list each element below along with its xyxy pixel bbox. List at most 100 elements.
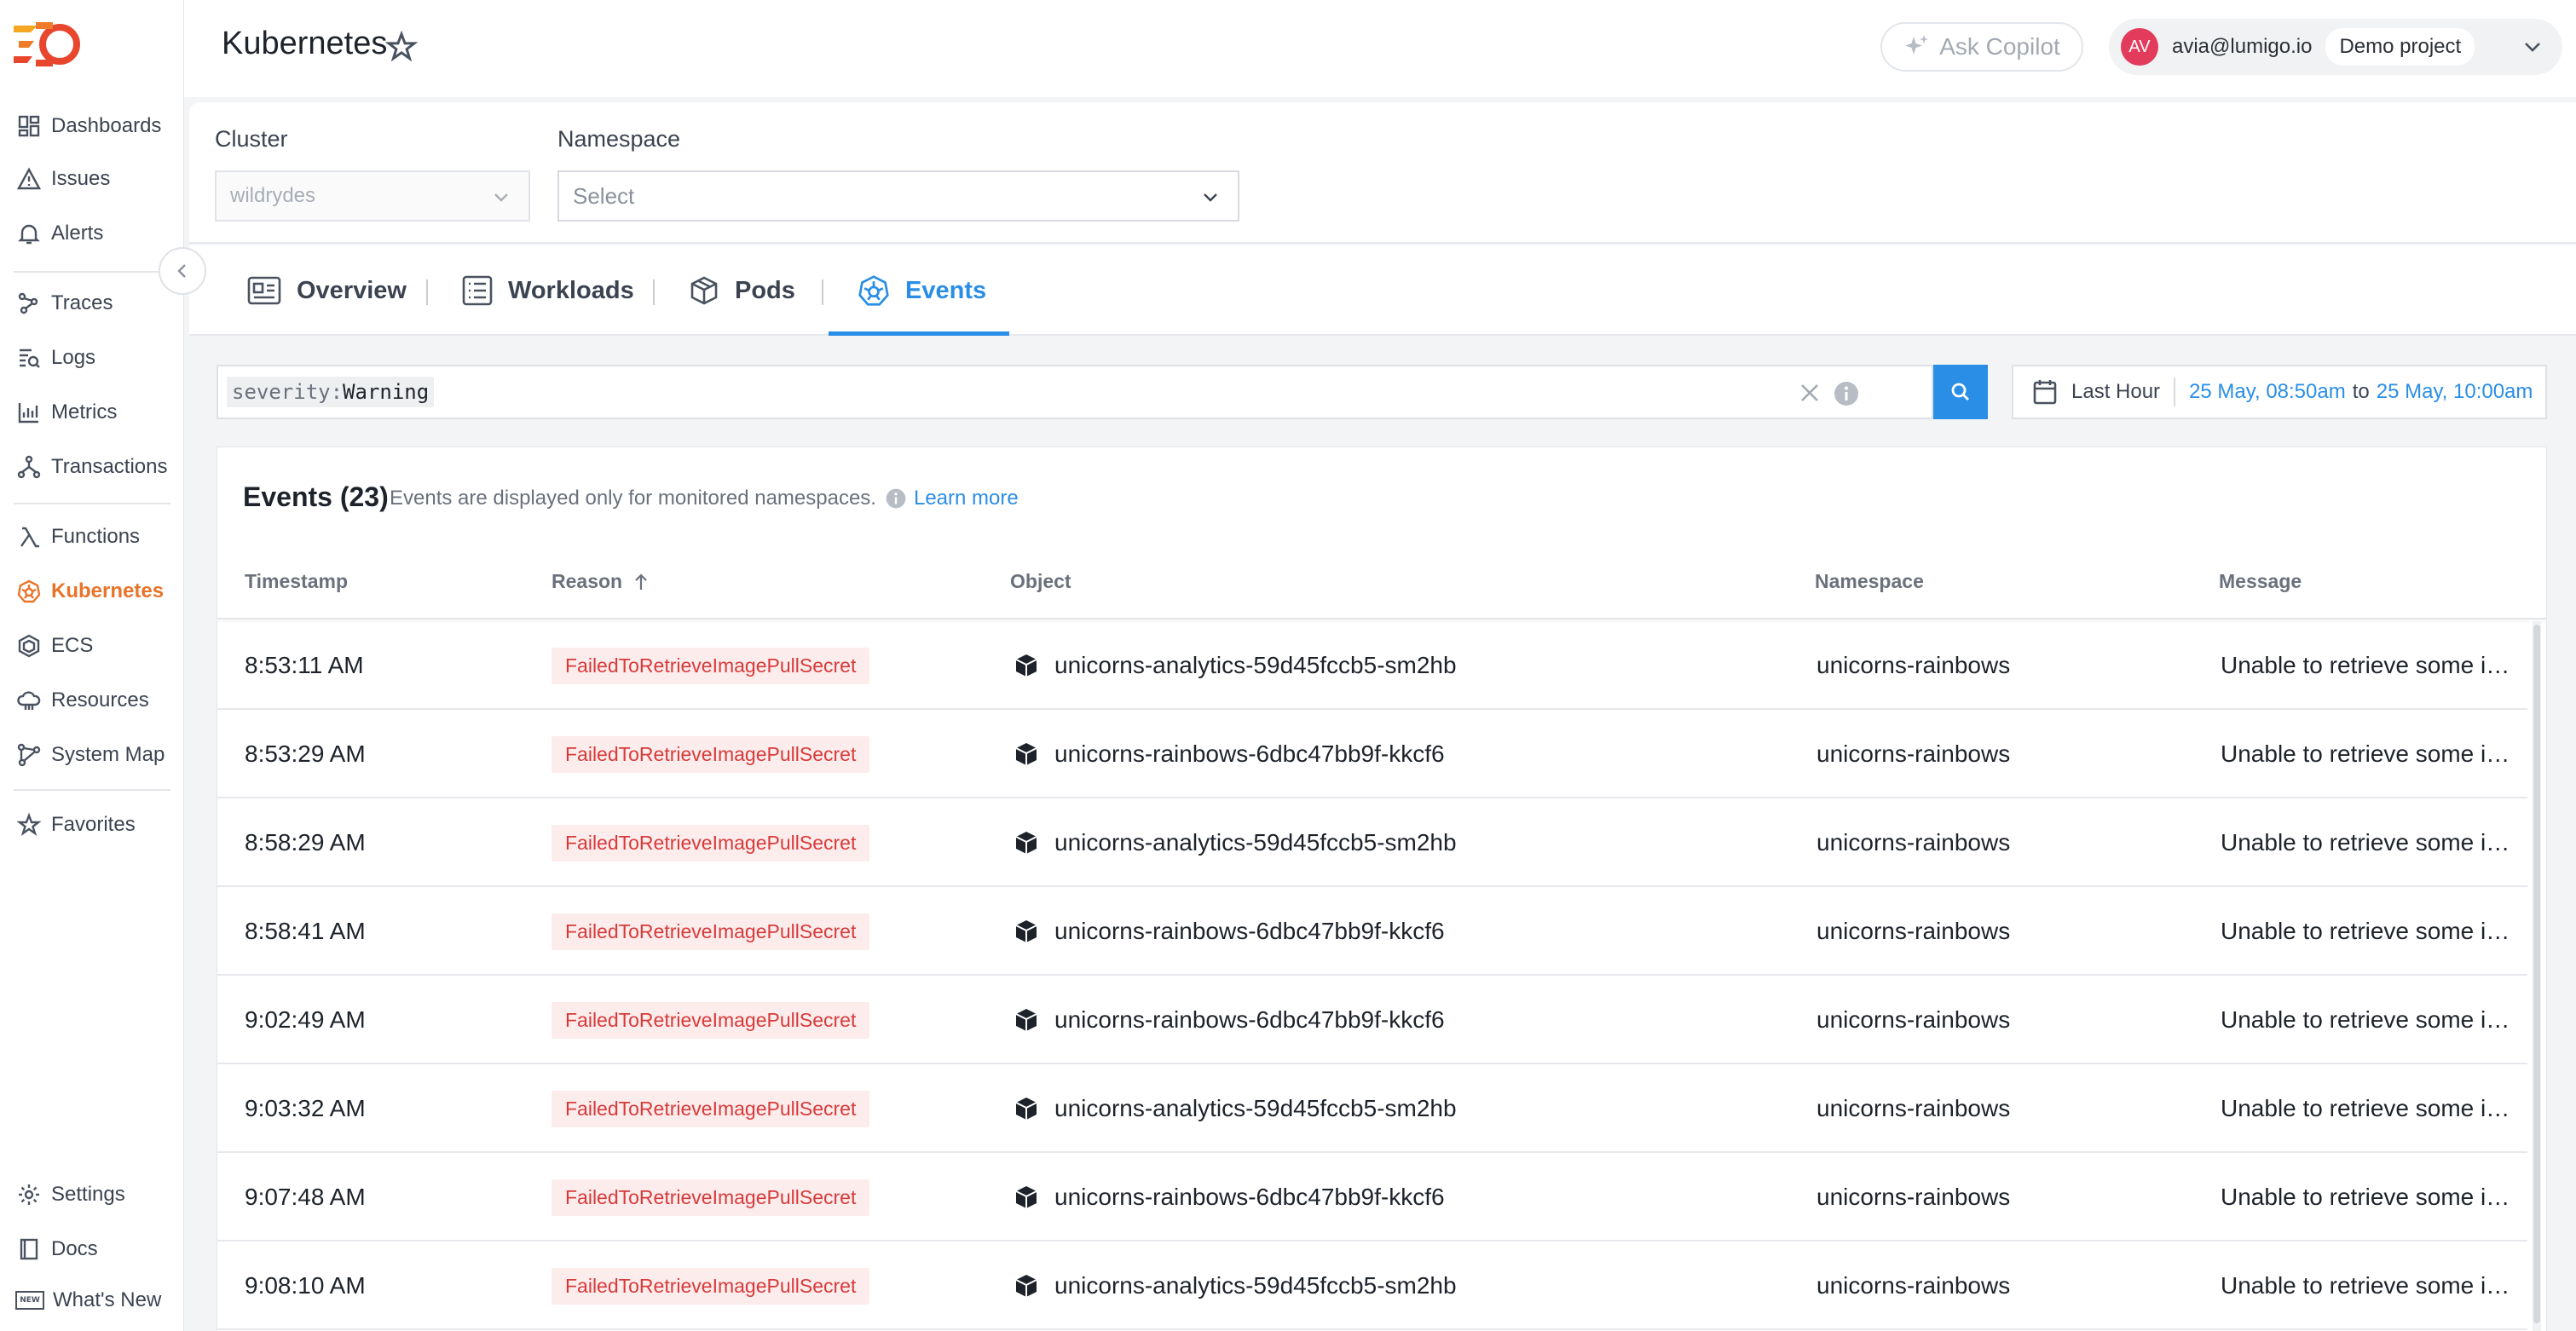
project-badge: Demo project — [2325, 28, 2475, 66]
search-input[interactable]: severity:Warning — [217, 365, 1933, 419]
collapse-sidebar-button[interactable] — [159, 247, 206, 295]
dashboards-icon — [15, 112, 43, 140]
sidebar-item-label: Docs — [51, 1237, 98, 1260]
timestamp-cell: 8:53:29 AM — [245, 740, 366, 767]
namespace-cell: unicorns-rainbows — [1816, 918, 2011, 944]
reason-cell: FailedToRetrieveImagePullSecret — [552, 1153, 870, 1242]
sidebar-item-settings[interactable]: Settings — [0, 1171, 184, 1219]
info-icon[interactable] — [1833, 380, 1860, 412]
column-header-message[interactable]: Message — [2219, 570, 2302, 593]
column-header-reason[interactable]: Reason — [552, 570, 650, 593]
pod-cube-icon — [1014, 1096, 1039, 1121]
sidebar-item-ecs[interactable]: ECS — [0, 622, 184, 670]
learn-more-link[interactable]: Learn more — [914, 487, 1019, 510]
metrics-icon — [15, 399, 43, 426]
object-cell[interactable]: unicorns-rainbows-6dbc47bb9f-kkcf6 — [1014, 887, 1445, 976]
object-cell[interactable]: unicorns-analytics-59d45fccb5-sm2hb — [1014, 798, 1457, 887]
time-range-picker[interactable]: Last Hour 25 May, 08:50am to 25 May, 10:… — [2012, 365, 2547, 419]
column-header-namespace[interactable]: Namespace — [1815, 570, 1924, 593]
lumigo-logo-icon[interactable] — [12, 20, 80, 73]
pod-cube-icon — [1014, 653, 1039, 678]
star-icon — [15, 811, 43, 838]
sidebar-item-whats-new[interactable]: NEW What's New — [0, 1276, 184, 1324]
table-row[interactable]: 9:07:48 AM FailedToRetrieveImagePullSecr… — [217, 1153, 2527, 1242]
tab-overview[interactable]: Overview — [247, 245, 407, 336]
message-cell: Unable to retrieve some i… — [2221, 918, 2510, 944]
search-token[interactable]: severity:Warning — [227, 377, 435, 407]
object-name: unicorns-rainbows-6dbc47bb9f-kkcf6 — [1054, 918, 1445, 944]
sidebar-item-alerts[interactable]: Alerts — [0, 210, 184, 257]
reason-badge: FailedToRetrieveImagePullSecret — [552, 1090, 870, 1127]
table-row[interactable]: 9:03:32 AM FailedToRetrieveImagePullSecr… — [217, 1064, 2527, 1153]
table-row[interactable]: 8:53:29 AM FailedToRetrieveImagePullSecr… — [217, 710, 2527, 798]
object-cell[interactable]: unicorns-analytics-59d45fccb5-sm2hb — [1014, 621, 1457, 710]
tab-workloads[interactable]: Workloads — [462, 245, 634, 336]
ask-copilot-button[interactable]: Ask Copilot — [1880, 22, 2083, 72]
timestamp-cell: 9:08:10 AM — [245, 1272, 366, 1299]
object-cell[interactable]: unicorns-rainbows-6dbc47bb9f-kkcf6 — [1014, 1153, 1445, 1242]
sidebar-item-issues[interactable]: Issues — [0, 155, 184, 203]
sidebar-item-favorites[interactable]: Favorites — [0, 801, 184, 849]
table-row[interactable]: 8:58:41 AM FailedToRetrieveImagePullSecr… — [217, 887, 2527, 976]
sidebar-item-system-map[interactable]: System Map — [0, 731, 184, 779]
sidebar-item-label: Favorites — [51, 813, 136, 836]
time-range-from: 25 May, 08:50am — [2189, 380, 2346, 403]
object-cell[interactable]: unicorns-analytics-59d45fccb5-sm2hb — [1014, 1242, 1457, 1330]
table-row[interactable]: 9:02:49 AM FailedToRetrieveImagePullSecr… — [217, 976, 2527, 1064]
sidebar-item-resources[interactable]: Resources — [0, 677, 184, 724]
object-cell[interactable]: unicorns-rainbows-6dbc47bb9f-kkcf6 — [1014, 976, 1445, 1064]
column-header-object[interactable]: Object — [1010, 570, 1071, 593]
sidebar-divider — [14, 271, 170, 273]
user-project-menu[interactable]: AV avia@lumigo.io Demo project — [2109, 19, 2562, 75]
column-header-label: Reason — [552, 570, 623, 592]
object-cell[interactable]: unicorns-analytics-59d45fccb5-sm2hb — [1014, 1064, 1457, 1153]
tab-events[interactable]: Events — [858, 245, 986, 336]
events-note-text: Events are displayed only for monitored … — [390, 487, 876, 510]
sidebar-item-functions[interactable]: Functions — [0, 513, 184, 561]
info-icon — [885, 487, 907, 510]
warning-icon — [15, 165, 43, 193]
sidebar-item-label: Issues — [51, 167, 111, 190]
page-title: Kubernetes — [222, 26, 388, 61]
reason-cell: FailedToRetrieveImagePullSecret — [552, 710, 870, 798]
pod-cube-icon — [1014, 1273, 1039, 1299]
table-row[interactable]: 9:08:10 AM FailedToRetrieveImagePullSecr… — [217, 1242, 2527, 1330]
sidebar-item-label: Functions — [51, 525, 141, 548]
favorite-star-icon[interactable] — [384, 30, 419, 67]
sidebar-item-label: Logs — [51, 346, 96, 369]
sidebar-item-logs[interactable]: Logs — [0, 334, 184, 382]
table-row[interactable]: 8:58:29 AM FailedToRetrieveImagePullSecr… — [217, 798, 2527, 887]
column-header-timestamp[interactable]: Timestamp — [245, 570, 348, 593]
tab-divider — [822, 279, 823, 305]
top-header: Kubernetes Ask Copilot AV avia@lumigo.io… — [184, 0, 2576, 97]
cluster-select[interactable]: wildrydes — [215, 170, 530, 222]
sidebar-item-label: Settings — [51, 1183, 125, 1206]
table-scrollbar[interactable] — [2533, 621, 2541, 1331]
sidebar-divider — [14, 789, 170, 791]
search-button[interactable] — [1933, 365, 1988, 419]
pod-cube-icon — [1014, 919, 1039, 944]
pod-cube-icon — [1014, 1007, 1039, 1033]
time-range-to-word: to — [2352, 380, 2370, 403]
tab-divider — [426, 279, 428, 305]
sidebar-item-kubernetes[interactable]: Kubernetes — [0, 568, 184, 615]
sidebar-item-dashboards[interactable]: Dashboards — [0, 102, 184, 150]
chevron-down-icon — [2521, 36, 2544, 62]
close-icon[interactable] — [1797, 380, 1822, 410]
timestamp-cell: 9:03:32 AM — [245, 1095, 366, 1121]
gear-icon — [15, 1181, 43, 1208]
object-name: unicorns-rainbows-6dbc47bb9f-kkcf6 — [1054, 1006, 1445, 1033]
tab-pods[interactable]: Pods — [689, 245, 795, 336]
namespace-select[interactable]: Select — [557, 170, 1239, 222]
sidebar-item-metrics[interactable]: Metrics — [0, 389, 184, 436]
sidebar-item-docs[interactable]: Docs — [0, 1225, 184, 1273]
namespace-cell: unicorns-rainbows — [1816, 829, 2011, 856]
sidebar-item-traces[interactable]: Traces — [0, 279, 184, 327]
sidebar-item-transactions[interactable]: Transactions — [0, 443, 184, 491]
scrollbar-thumb[interactable] — [2533, 625, 2540, 1323]
object-cell[interactable]: unicorns-rainbows-6dbc47bb9f-kkcf6 — [1014, 710, 1445, 798]
table-row[interactable]: 8:53:11 AM FailedToRetrieveImagePullSecr… — [217, 621, 2527, 710]
pod-cube-icon — [1014, 830, 1039, 856]
overview-icon — [247, 275, 281, 306]
sidebar-item-label: Resources — [51, 689, 149, 712]
